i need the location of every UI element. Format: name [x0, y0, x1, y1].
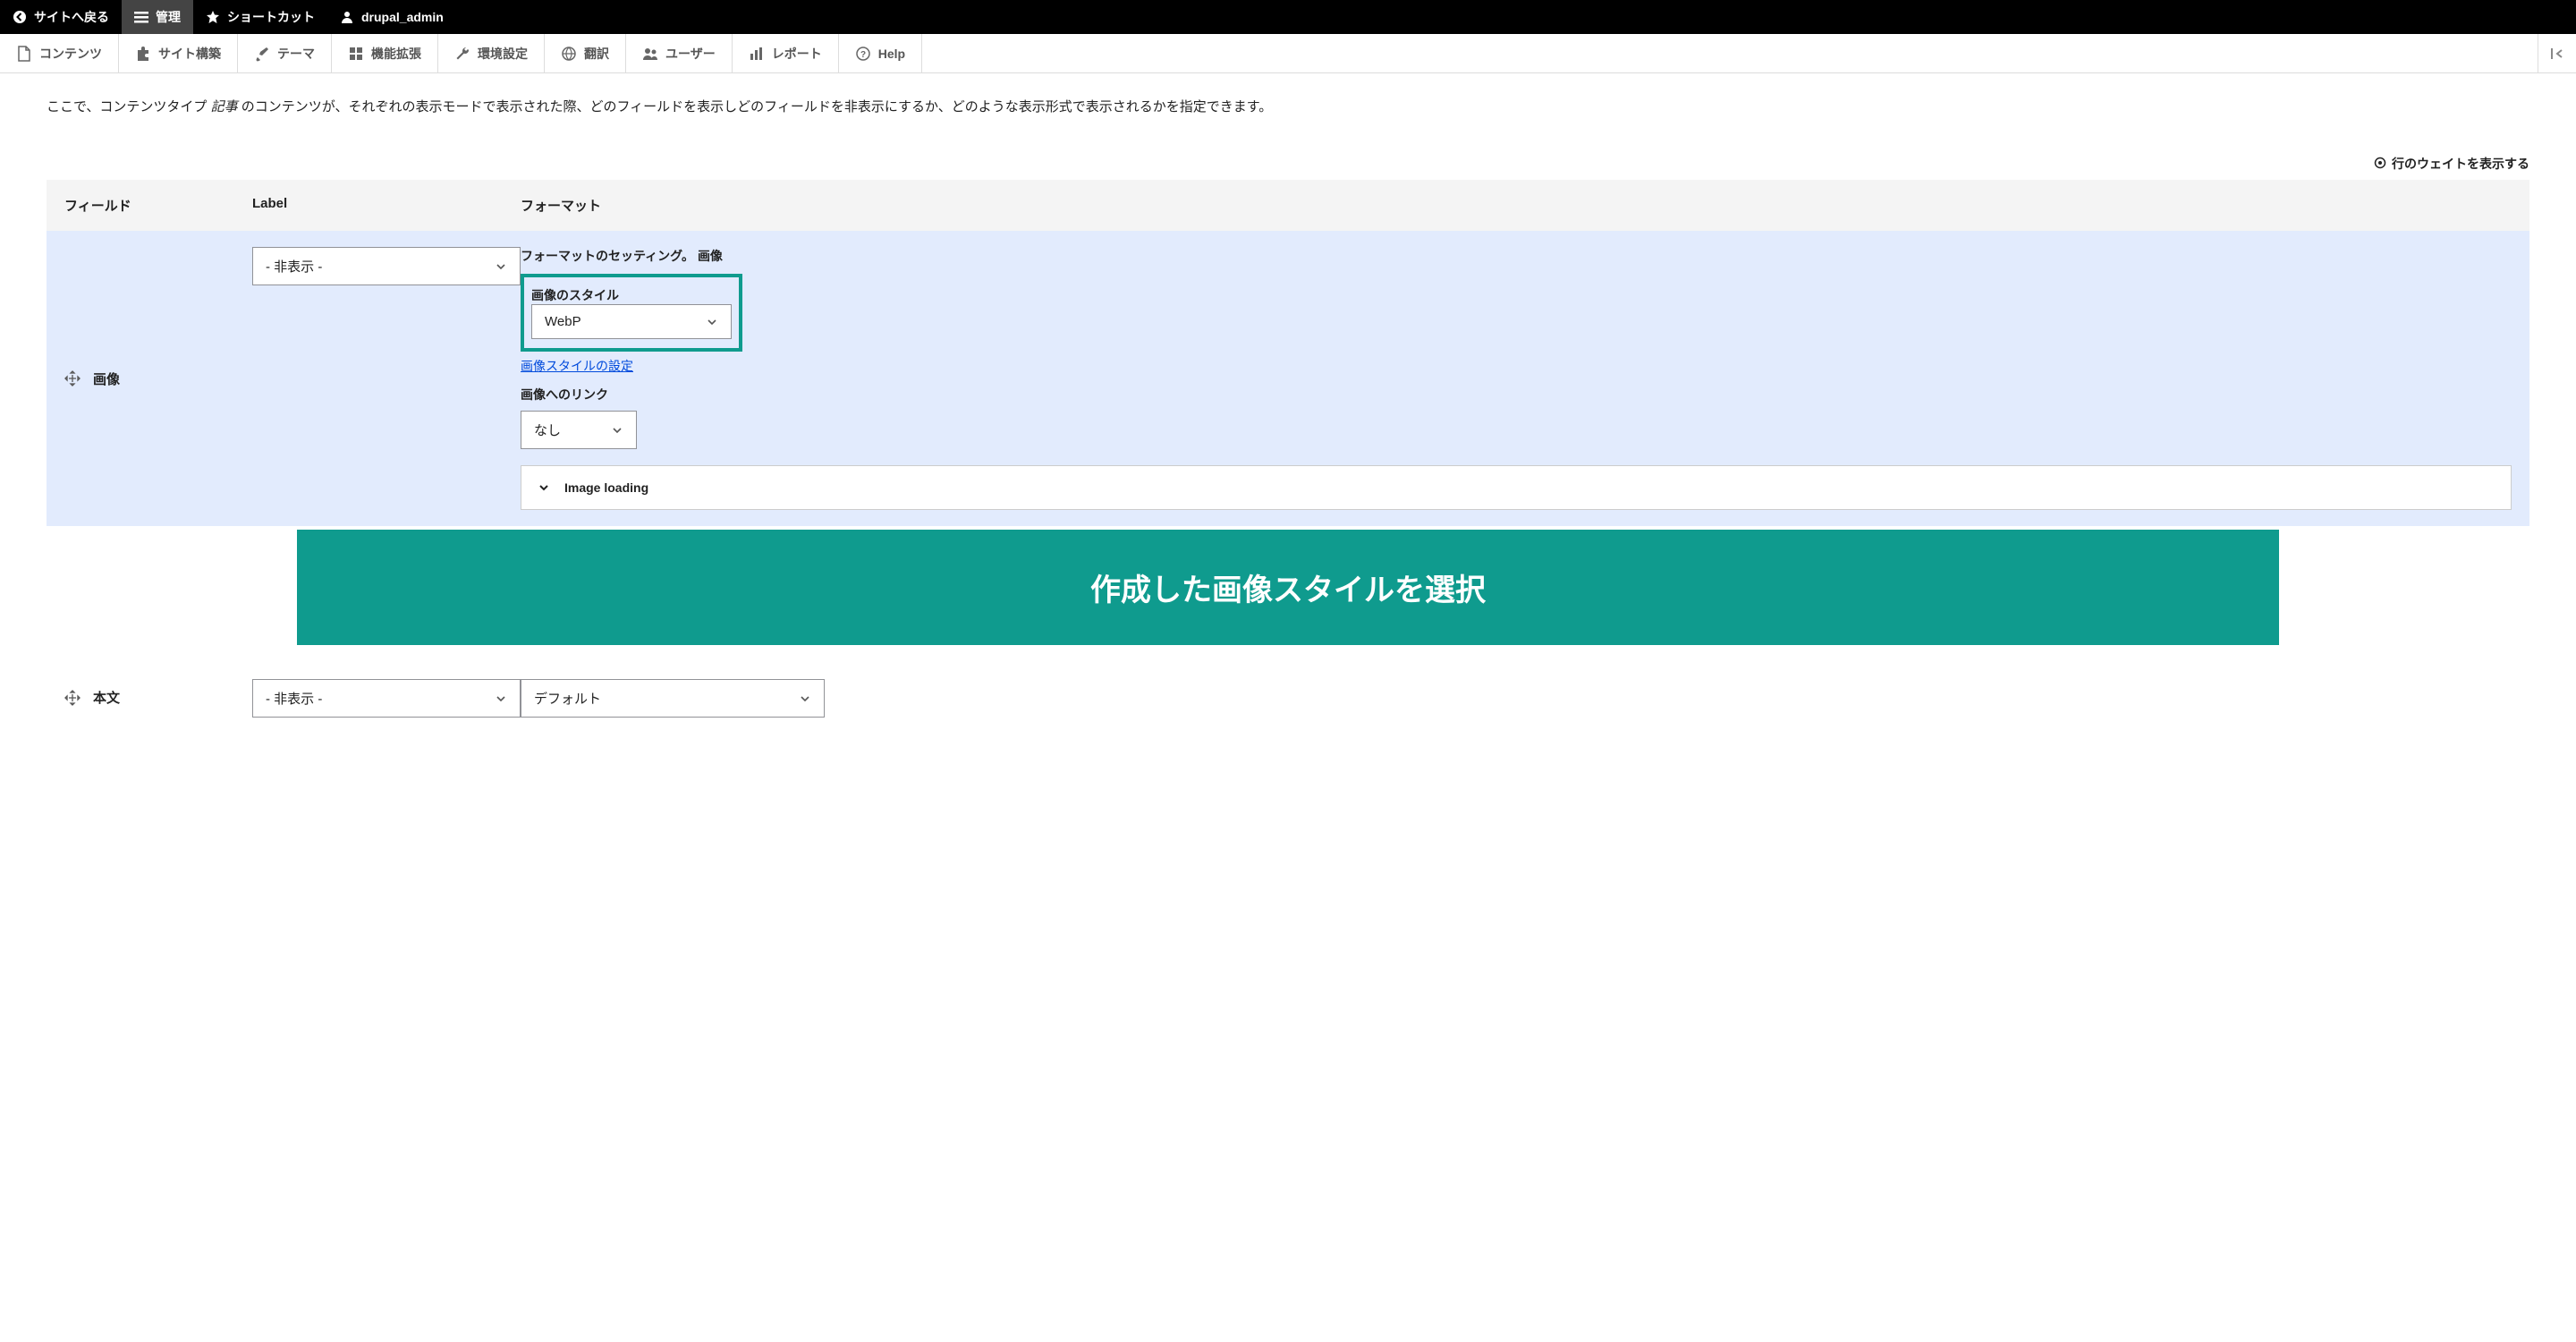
menu-reports[interactable]: レポート	[733, 34, 839, 72]
menu-config[interactable]: 環境設定	[438, 34, 545, 72]
field-name-body: 本文	[93, 688, 120, 707]
menu-users-label: ユーザー	[665, 45, 716, 63]
users-icon	[642, 46, 658, 62]
label-cell-body: - 非表示 -	[252, 679, 521, 718]
back-to-site-button[interactable]: サイトへ戻る	[0, 0, 122, 34]
image-link-value: なし	[534, 420, 561, 439]
chevron-down-icon	[799, 692, 811, 705]
chevron-down-icon	[495, 260, 507, 273]
toolbar-orientation-toggle[interactable]	[2538, 34, 2576, 72]
menu-config-label: 環境設定	[478, 45, 528, 63]
menu-theme-label: テーマ	[277, 45, 315, 63]
collapse-icon	[2549, 46, 2565, 62]
help-icon: ?	[855, 46, 871, 62]
label-select-image[interactable]: - 非表示 -	[252, 247, 521, 285]
shortcuts-button[interactable]: ショートカット	[193, 0, 327, 34]
row-handle-body: 本文	[64, 679, 252, 707]
shortcuts-label: ショートカット	[227, 8, 315, 26]
wrench-icon	[454, 46, 470, 62]
menu-content[interactable]: コンテンツ	[0, 34, 119, 72]
menu-extend-label: 機能拡張	[371, 45, 421, 63]
show-row-weights-link[interactable]: 行のウェイトを表示する	[47, 155, 2529, 173]
blocks-icon	[348, 46, 364, 62]
drag-icon[interactable]	[64, 370, 80, 386]
brush-icon	[254, 46, 270, 62]
menu-help-label: Help	[878, 47, 905, 61]
row-handle-image: 画像	[64, 369, 252, 388]
admin-menu: コンテンツ サイト構築 テーマ 機能拡張 環境設定 翻訳 ユーザー レポート ?…	[0, 34, 2576, 73]
image-style-select[interactable]: WebP	[531, 304, 732, 339]
chevron-down-icon	[706, 316, 718, 328]
image-style-label: 画像のスタイル	[531, 286, 732, 304]
menu-theme[interactable]: テーマ	[238, 34, 332, 72]
menu-extend[interactable]: 機能拡張	[332, 34, 438, 72]
fields-table: フィールド Label フォーマット 画像 - 非表示 - フォーマットのセッテ…	[47, 180, 2529, 734]
username-label: drupal_admin	[361, 10, 444, 24]
chevron-down-icon	[538, 481, 550, 494]
menu-help[interactable]: ? Help	[839, 34, 922, 72]
header-field: フィールド	[64, 196, 252, 215]
user-menu-button[interactable]: drupal_admin	[327, 0, 456, 34]
globe-icon	[561, 46, 577, 62]
label-select-value: - 非表示 -	[266, 257, 322, 276]
intro-post: のコンテンツが、それぞれの表示モードで表示された際、どのフィールドを表示しどのフ…	[238, 99, 1273, 115]
field-row-body: 本文 - 非表示 - デフォルト	[47, 663, 2529, 734]
image-link-label: 画像へのリンク	[521, 386, 2512, 403]
menu-content-label: コンテンツ	[39, 45, 102, 63]
menu-structure[interactable]: サイト構築	[119, 34, 238, 72]
image-style-highlight-box: 画像のスタイル WebP	[521, 274, 742, 352]
file-icon	[16, 46, 32, 62]
format-select-body[interactable]: デフォルト	[521, 679, 825, 718]
arrow-left-circle-icon	[13, 10, 27, 24]
chevron-down-icon	[611, 424, 623, 437]
intro-pre: ここで、コンテンツタイプ	[47, 99, 211, 115]
image-loading-label: Image loading	[564, 480, 648, 495]
field-row-image: 画像 - 非表示 - フォーマットのセッティング。 画像 画像のスタイル Web…	[47, 231, 2529, 526]
menu-reports-label: レポート	[772, 45, 822, 63]
back-to-site-label: サイトへ戻る	[34, 8, 109, 26]
show-row-weights-label: 行のウェイトを表示する	[2392, 155, 2529, 173]
hamburger-icon	[134, 10, 148, 24]
menu-translate-label: 翻訳	[584, 45, 609, 63]
puzzle-icon	[135, 46, 151, 62]
admin-toolbar: サイトへ戻る 管理 ショートカット drupal_admin	[0, 0, 2576, 34]
menu-translate[interactable]: 翻訳	[545, 34, 626, 72]
image-loading-accordion[interactable]: Image loading	[521, 465, 2512, 510]
label-select-body[interactable]: - 非表示 -	[252, 679, 521, 718]
format-select-value: デフォルト	[534, 689, 601, 708]
format-cell-body: デフォルト	[521, 679, 2512, 718]
header-label: Label	[252, 196, 521, 215]
menu-users[interactable]: ユーザー	[626, 34, 733, 72]
label-select-value: - 非表示 -	[266, 689, 322, 708]
chevron-down-icon	[495, 692, 507, 705]
table-header: フィールド Label フォーマット	[47, 180, 2529, 231]
drag-icon[interactable]	[64, 690, 80, 706]
format-cell-image: フォーマットのセッティング。 画像 画像のスタイル WebP 画像スタイルの設定…	[521, 247, 2512, 510]
menu-structure-label: サイト構築	[158, 45, 221, 63]
chart-icon	[749, 46, 765, 62]
field-name-image: 画像	[93, 369, 120, 388]
svg-text:?: ?	[860, 50, 866, 60]
image-style-value: WebP	[545, 314, 581, 329]
manage-button[interactable]: 管理	[122, 0, 193, 34]
page-content: ここで、コンテンツタイプ 記事 のコンテンツが、それぞれの表示モードで表示された…	[0, 73, 2576, 769]
format-settings-heading: フォーマットのセッティング。 画像	[521, 247, 2512, 265]
label-cell-image: - 非表示 -	[252, 247, 521, 285]
user-icon	[340, 10, 354, 24]
image-link-select[interactable]: なし	[521, 411, 637, 449]
manage-label: 管理	[156, 8, 181, 26]
image-style-config-link[interactable]: 画像スタイルの設定	[521, 357, 2512, 375]
annotation-banner: 作成した画像スタイルを選択	[297, 530, 2279, 645]
star-icon	[206, 10, 220, 24]
annotation-text: 作成した画像スタイルを選択	[1090, 573, 1486, 607]
intro-text: ここで、コンテンツタイプ 記事 のコンテンツが、それぞれの表示モードで表示された…	[47, 95, 2529, 119]
target-icon	[2374, 157, 2386, 172]
intro-em: 記事	[211, 99, 238, 115]
header-format: フォーマット	[521, 196, 2512, 215]
